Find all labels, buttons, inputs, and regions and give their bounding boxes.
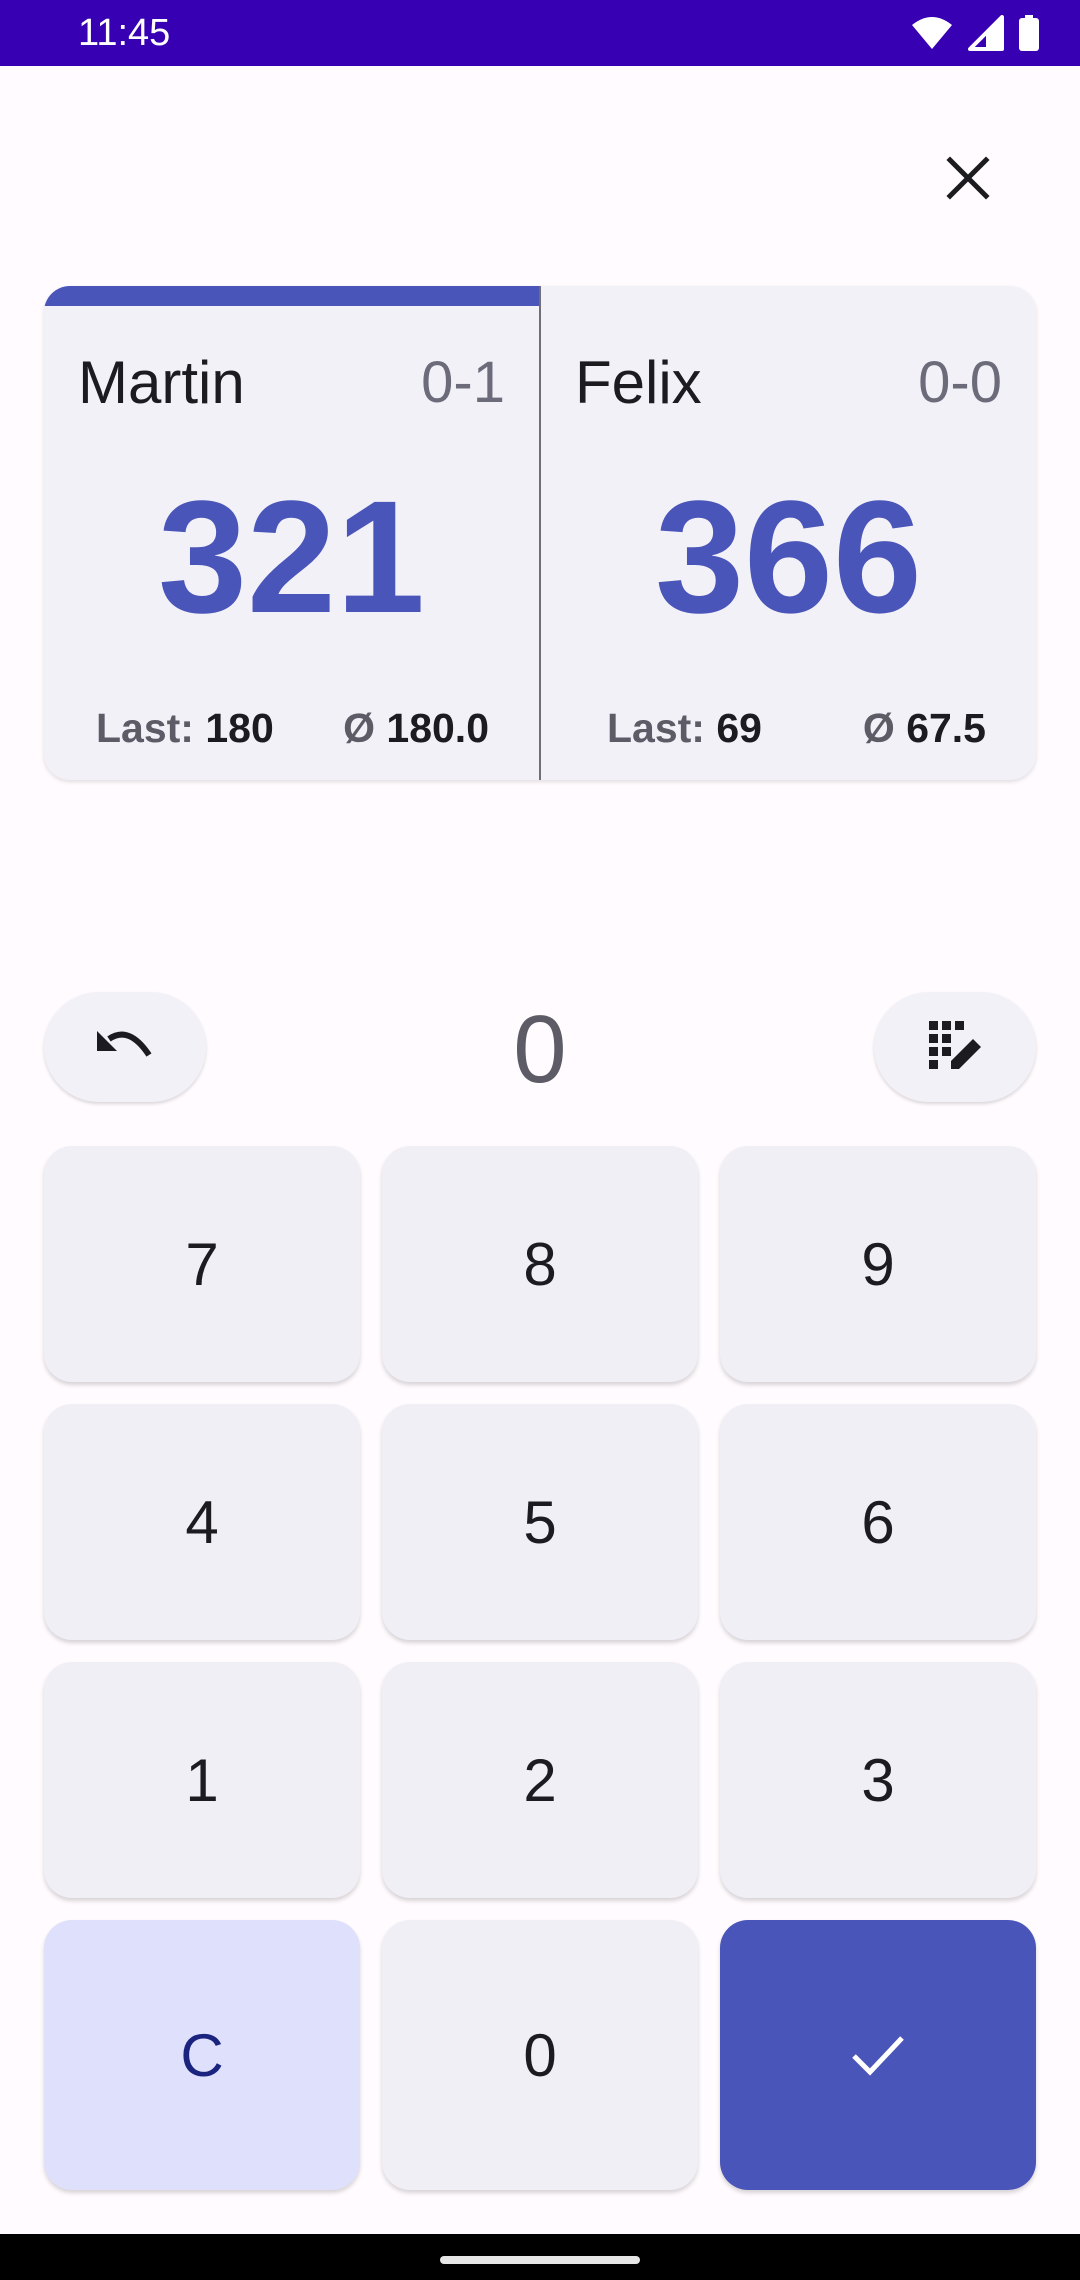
key-3[interactable]: 3 — [720, 1662, 1036, 1898]
last-throw: Last: 69 — [607, 698, 762, 758]
key-9[interactable]: 9 — [720, 1146, 1036, 1382]
keypad-mode-button[interactable] — [874, 992, 1036, 1102]
score-input-display: 0 — [513, 996, 567, 1103]
average: Ø 67.5 — [863, 698, 986, 758]
check-icon — [850, 2021, 906, 2090]
average-label: Ø — [343, 705, 375, 751]
active-player-indicator — [44, 286, 539, 306]
player-score: 321 — [158, 467, 425, 646]
last-value: 69 — [716, 705, 762, 751]
last-throw: Last: 180 — [96, 698, 274, 758]
wifi-icon — [910, 15, 954, 51]
key-5[interactable]: 5 — [382, 1404, 698, 1640]
battery-icon — [1018, 15, 1040, 51]
average-value: 67.5 — [906, 705, 986, 751]
gesture-handle[interactable] — [440, 2256, 640, 2264]
status-time: 11:45 — [78, 12, 171, 54]
key-8[interactable]: 8 — [382, 1146, 698, 1382]
signal-icon — [968, 15, 1004, 51]
player-stats: Last: 180 Ø 180.0 — [44, 698, 539, 758]
status-icons — [910, 14, 1040, 52]
undo-icon — [95, 1025, 155, 1070]
player-sets: 0-0 — [918, 350, 1002, 415]
player-name: Felix — [575, 349, 702, 416]
player-card-martin: Martin 0-1 321 Last: 180 Ø 180.0 — [44, 286, 539, 780]
status-bar: 11:45 — [0, 0, 1080, 66]
last-label: Last: — [607, 705, 705, 751]
key-1[interactable]: 1 — [44, 1662, 360, 1898]
close-icon — [946, 155, 990, 205]
key-0[interactable]: 0 — [382, 1920, 698, 2190]
key-7[interactable]: 7 — [44, 1146, 360, 1382]
key-4[interactable]: 4 — [44, 1404, 360, 1640]
confirm-button[interactable] — [720, 1920, 1036, 2190]
keypad-edit-icon — [929, 1020, 981, 1074]
average-value: 180.0 — [386, 705, 489, 751]
key-2[interactable]: 2 — [382, 1662, 698, 1898]
close-button[interactable] — [928, 140, 1008, 220]
undo-button[interactable] — [44, 992, 206, 1102]
last-value: 180 — [205, 705, 274, 751]
player-score: 366 — [655, 467, 922, 646]
player-stats: Last: 69 Ø 67.5 — [541, 698, 1036, 758]
scoreboard: Martin 0-1 321 Last: 180 Ø 180.0 Felix 0… — [44, 286, 1036, 780]
average-label: Ø — [862, 705, 895, 751]
average: Ø 180.0 — [343, 698, 489, 758]
player-name: Martin — [78, 349, 245, 416]
player-card-felix: Felix 0-0 366 Last: 69 Ø 67.5 — [541, 286, 1036, 780]
clear-button[interactable]: C — [44, 1920, 360, 2190]
key-6[interactable]: 6 — [720, 1404, 1036, 1640]
player-sets: 0-1 — [421, 350, 505, 415]
last-label: Last: — [96, 705, 194, 751]
